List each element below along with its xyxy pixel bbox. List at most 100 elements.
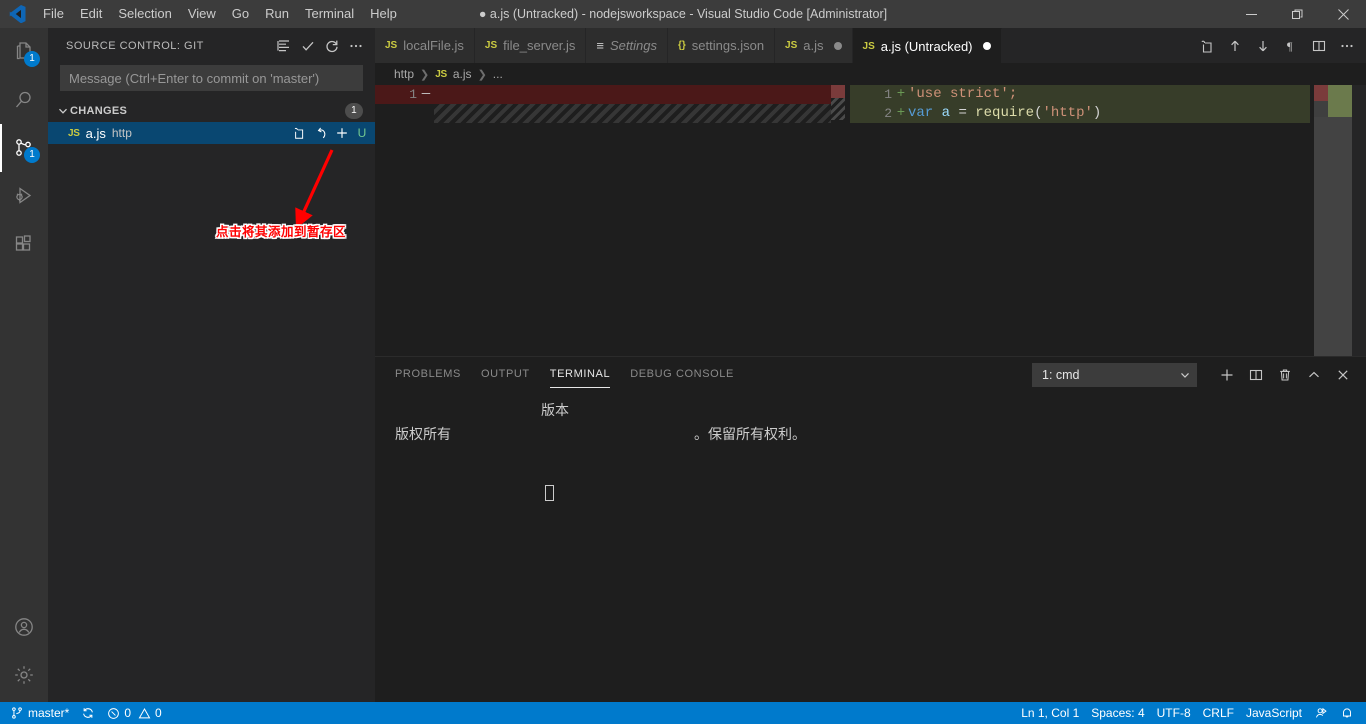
scm-row-actions: U: [292, 125, 369, 141]
menu-item-view[interactable]: View: [180, 0, 224, 28]
commit-button[interactable]: [297, 35, 319, 57]
scm-file-path: http: [111, 126, 132, 140]
commit-message-input[interactable]: Message (Ctrl+Enter to commit on 'master…: [60, 65, 363, 91]
diff-line-modified-1: 1 + 'use strict';: [850, 85, 1310, 104]
dirty-indicator-icon[interactable]: [833, 41, 842, 50]
tab-file-server-js[interactable]: JS file_server.js: [474, 28, 587, 63]
editor-area: JS localFile.js JS file_server.js ≡ Sett…: [375, 28, 1366, 705]
sidebar-source-control: SOURCE CONTROL: GIT Message (Ctrl+Enter …: [48, 28, 375, 705]
tab-label: a.js (Untracked): [880, 38, 973, 54]
menu-item-file[interactable]: File: [35, 0, 72, 28]
bottom-panel: PROBLEMS OUTPUT TERMINAL DEBUG CONSOLE 1…: [375, 356, 1366, 705]
close-panel-button[interactable]: [1330, 362, 1356, 388]
new-terminal-button[interactable]: [1214, 362, 1240, 388]
menu-item-help[interactable]: Help: [362, 0, 405, 28]
sidebar-header: SOURCE CONTROL: GIT: [48, 28, 375, 63]
editor-tab-bar: JS localFile.js JS file_server.js ≡ Sett…: [375, 28, 1366, 63]
bell-icon: [1343, 708, 1351, 718]
activity-item-explorer[interactable]: 1: [0, 28, 48, 76]
panel-tab-debug-console[interactable]: DEBUG CONSOLE: [630, 357, 734, 392]
kill-terminal-button[interactable]: [1272, 362, 1298, 388]
split-editor-icon[interactable]: [1306, 31, 1332, 61]
modified-overview-ruler[interactable]: [1352, 85, 1366, 356]
plus-icon[interactable]: [334, 125, 350, 141]
maximize-panel-button[interactable]: [1301, 362, 1327, 388]
menu-item-selection[interactable]: Selection: [110, 0, 179, 28]
original-overview-ruler[interactable]: [831, 85, 845, 356]
refresh-button[interactable]: [321, 35, 343, 57]
debug-icon: [16, 187, 32, 204]
status-indentation[interactable]: Spaces: 4: [1085, 702, 1150, 724]
status-warning-count: 0: [155, 706, 162, 720]
minimize-button[interactable]: [1228, 0, 1274, 28]
status-sync[interactable]: [75, 702, 101, 724]
minimap-added-block: [1328, 85, 1352, 117]
menu-item-go[interactable]: Go: [224, 0, 257, 28]
menu-item-run[interactable]: Run: [257, 0, 297, 28]
diff-pane-modified[interactable]: 1 + 'use strict'; 2 + var a = require('h…: [850, 85, 1310, 356]
tab-localFile-js[interactable]: JS localFile.js: [375, 28, 475, 63]
title-bar: File Edit Selection View Go Run Terminal…: [0, 0, 1366, 28]
status-feedback[interactable]: [1308, 702, 1334, 724]
status-cursor-position[interactable]: Ln 1, Col 1: [1015, 702, 1085, 724]
menu-bar: File Edit Selection View Go Run Terminal…: [35, 0, 405, 28]
changes-section-header[interactable]: CHANGES 1: [48, 100, 375, 122]
breadcrumb-item-file[interactable]: a.js: [453, 67, 472, 81]
minimap[interactable]: [1314, 85, 1352, 356]
pilcrow-icon[interactable]: ¶: [1278, 31, 1304, 61]
js-file-icon: JS: [68, 127, 80, 139]
activity-item-accounts[interactable]: [0, 603, 48, 651]
js-file-icon: JS: [435, 68, 447, 80]
sidebar-more-actions-button[interactable]: [345, 35, 367, 57]
sidebar-title: SOURCE CONTROL: GIT: [66, 39, 204, 52]
activity-item-source-control[interactable]: 1: [0, 124, 48, 172]
close-button[interactable]: [1320, 0, 1366, 28]
feedback-icon: [1315, 707, 1327, 718]
status-notifications[interactable]: [1334, 702, 1366, 724]
terminal-cursor-line: [395, 482, 1366, 506]
activity-item-extensions[interactable]: [0, 220, 48, 268]
breadcrumb-item-folder[interactable]: http: [394, 67, 414, 81]
activity-item-manage[interactable]: [0, 651, 48, 699]
dirty-indicator-icon[interactable]: [982, 42, 991, 50]
terminal-selector[interactable]: 1: cmd: [1032, 362, 1197, 387]
status-encoding[interactable]: UTF-8: [1151, 702, 1197, 724]
scm-status-badge: U: [357, 126, 367, 140]
activity-item-search[interactable]: [0, 76, 48, 124]
diff-pane-original[interactable]: 1 —: [375, 85, 845, 356]
status-language-mode[interactable]: JavaScript: [1240, 702, 1308, 724]
arrow-down-icon[interactable]: [1250, 31, 1276, 61]
status-problems[interactable]: 0 0: [101, 702, 167, 724]
breadcrumb-item-symbol[interactable]: ...: [493, 67, 503, 81]
view-as-tree-button[interactable]: [273, 35, 295, 57]
split-terminal-button[interactable]: [1243, 362, 1269, 388]
minimap-content: [1314, 85, 1352, 117]
menu-item-edit[interactable]: Edit: [72, 0, 110, 28]
compare-icon[interactable]: [1194, 31, 1220, 61]
restore-button[interactable]: [1274, 0, 1320, 28]
tab-a-js-untracked[interactable]: JS a.js (Untracked): [852, 28, 1002, 63]
panel-tab-output[interactable]: OUTPUT: [481, 357, 530, 392]
ellipsis-icon[interactable]: [1334, 31, 1360, 61]
panel-tab-problems[interactable]: PROBLEMS: [395, 357, 461, 392]
panel-header: PROBLEMS OUTPUT TERMINAL DEBUG CONSOLE 1…: [375, 357, 1366, 392]
open-file-icon[interactable]: [292, 125, 308, 141]
arrow-up-icon[interactable]: [1222, 31, 1248, 61]
status-eol[interactable]: CRLF: [1197, 702, 1240, 724]
status-branch[interactable]: master*: [0, 702, 75, 724]
activity-item-run-and-debug[interactable]: [0, 172, 48, 220]
git-branch-icon: [12, 707, 22, 719]
terminal-line-2: 版权所有 。保留所有权利。: [395, 424, 1366, 448]
tab-settings-json[interactable]: {} settings.json: [667, 28, 776, 63]
menu-item-terminal[interactable]: Terminal: [297, 0, 362, 28]
line-number: 2: [884, 106, 892, 121]
panel-tab-terminal[interactable]: TERMINAL: [549, 357, 611, 392]
terminal-output[interactable]: 版本 版权所有 。保留所有权利。: [375, 392, 1366, 706]
ellipsis-icon: [350, 44, 362, 47]
tab-a-js[interactable]: JS a.js: [775, 28, 853, 63]
status-error-count: 0: [124, 706, 132, 720]
discard-icon[interactable]: [313, 125, 329, 141]
scm-file-row[interactable]: JS a.js http U: [48, 122, 375, 144]
terminal-text: 版权所有: [395, 428, 451, 444]
tab-settings[interactable]: ≡ Settings: [586, 28, 668, 63]
